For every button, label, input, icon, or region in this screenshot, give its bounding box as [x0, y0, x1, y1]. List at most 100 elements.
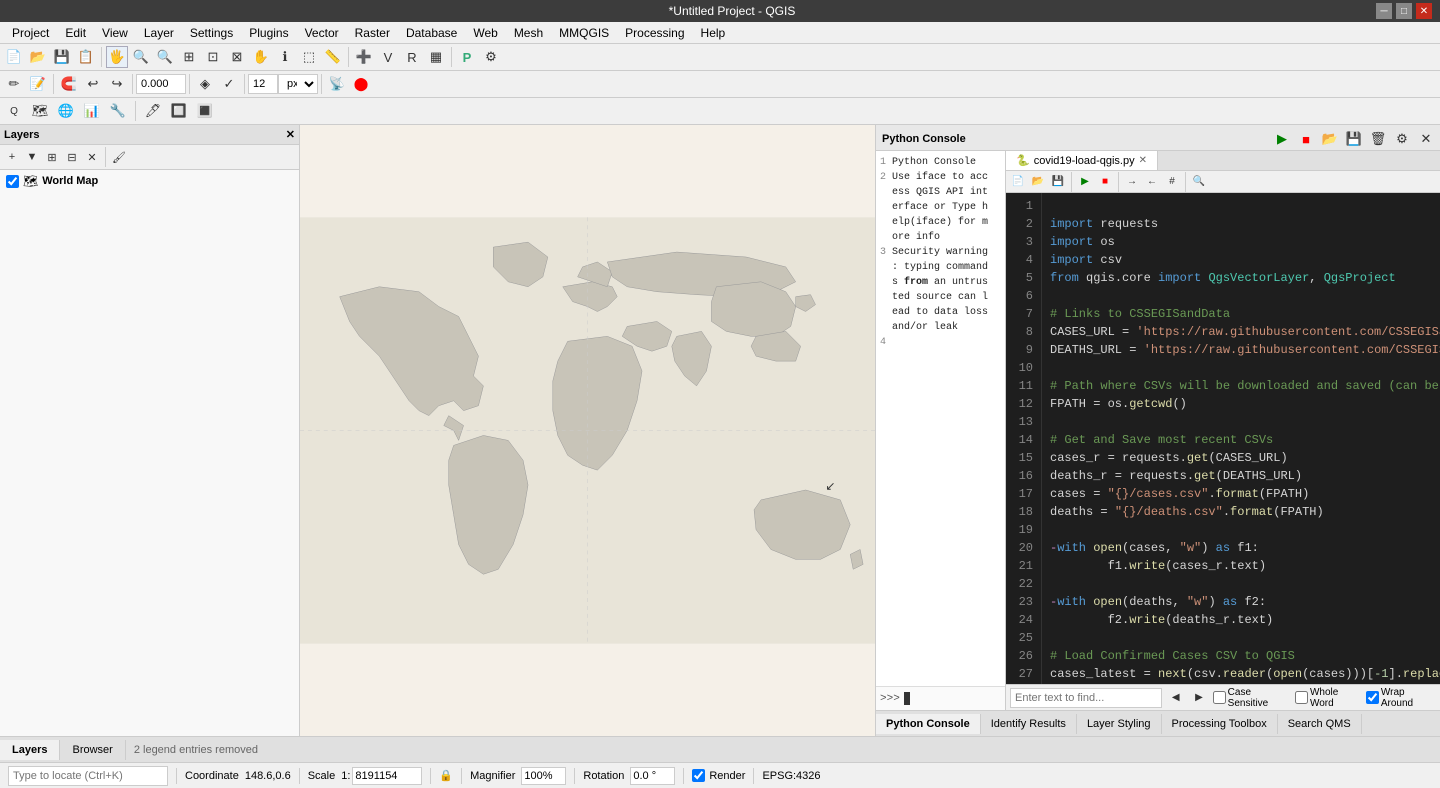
zoom-out-btn[interactable]: 🔍: [154, 46, 176, 68]
indent-btn[interactable]: →: [1123, 173, 1141, 191]
save-file-btn[interactable]: 💾: [1049, 173, 1067, 191]
menu-project[interactable]: Project: [4, 24, 57, 42]
find-in-editor-btn[interactable]: 🔍: [1190, 173, 1208, 191]
unit-select[interactable]: px: [278, 74, 318, 94]
undo-btn[interactable]: ↩: [82, 73, 104, 95]
menu-settings[interactable]: Settings: [182, 24, 241, 42]
menu-mmqgis[interactable]: MMQGIS: [551, 24, 617, 42]
layer-filter-btn[interactable]: ▼: [23, 148, 41, 166]
pan-btn[interactable]: ✋: [250, 46, 272, 68]
font-size-input[interactable]: [248, 74, 278, 94]
geom-checker-btn[interactable]: ✓: [218, 73, 240, 95]
maximize-button[interactable]: □: [1396, 3, 1412, 19]
digitize-btn[interactable]: ✏: [3, 73, 25, 95]
new-project-btn[interactable]: 📄: [3, 46, 25, 68]
menu-web[interactable]: Web: [465, 24, 505, 42]
settings-btn[interactable]: ⚙: [480, 46, 502, 68]
tab-layers[interactable]: Layers: [0, 740, 60, 760]
rotation-status-input[interactable]: [630, 767, 675, 785]
rotation-input[interactable]: [136, 74, 186, 94]
node-tool-btn[interactable]: ◈: [194, 73, 216, 95]
add-vector-btn[interactable]: V: [377, 46, 399, 68]
world-map-checkbox[interactable]: [6, 175, 19, 188]
menu-help[interactable]: Help: [693, 24, 734, 42]
canvas-btn[interactable]: ⬤: [350, 73, 372, 95]
select-btn[interactable]: ⬚: [298, 46, 320, 68]
minimize-button[interactable]: ─: [1376, 3, 1392, 19]
menu-database[interactable]: Database: [398, 24, 465, 42]
zoom-selection-btn[interactable]: ⊠: [226, 46, 248, 68]
save-script-btn[interactable]: 💾: [1343, 128, 1365, 150]
tab-browser[interactable]: Browser: [60, 740, 125, 760]
stop-btn[interactable]: ■: [1096, 173, 1114, 191]
attribute-table-btn[interactable]: ▦: [425, 46, 447, 68]
plugin-btn-2[interactable]: 🗺: [29, 100, 51, 122]
plugin-btn-3[interactable]: 🌐: [55, 100, 77, 122]
measure-btn[interactable]: 📏: [322, 46, 344, 68]
locate-input[interactable]: [8, 766, 168, 786]
tab-search-qms[interactable]: Search QMS: [1278, 714, 1362, 734]
snap-btn[interactable]: 🧲: [58, 73, 80, 95]
remove-layer-btn[interactable]: ✕: [83, 148, 101, 166]
scale-input[interactable]: [352, 767, 422, 785]
tab-processing-toolbox[interactable]: Processing Toolbox: [1162, 714, 1278, 734]
render-item[interactable]: Render: [692, 769, 745, 782]
menu-raster[interactable]: Raster: [347, 24, 398, 42]
clear-console-btn[interactable]: 🗑: [1367, 128, 1389, 150]
menu-processing[interactable]: Processing: [617, 24, 692, 42]
stop-script-btn[interactable]: ■: [1295, 128, 1317, 150]
run-script-btn[interactable]: ▶: [1271, 128, 1293, 150]
open-project-btn[interactable]: 📂: [27, 46, 49, 68]
settings-console-btn[interactable]: ⚙: [1391, 128, 1413, 150]
qgis-plugin-btn[interactable]: Q: [3, 100, 25, 122]
tab-close-btn[interactable]: ✕: [1139, 155, 1147, 166]
add-group-btn[interactable]: +: [3, 148, 21, 166]
save-as-btn[interactable]: 📋: [75, 46, 97, 68]
expand-all-btn[interactable]: ⊞: [43, 148, 61, 166]
pan-map-btn[interactable]: 🖐: [106, 46, 128, 68]
open-file-btn[interactable]: 📂: [1029, 173, 1047, 191]
wrap-around-opt[interactable]: Wrap Around: [1366, 687, 1436, 709]
edit-btn[interactable]: 📝: [27, 73, 49, 95]
extra-btn-1[interactable]: 🖊: [142, 100, 164, 122]
menu-view[interactable]: View: [94, 24, 136, 42]
run-btn[interactable]: ▶: [1076, 173, 1094, 191]
tab-layer-styling[interactable]: Layer Styling: [1077, 714, 1162, 734]
code-content[interactable]: 12345 678910 1112131415 1617181920 21222…: [1006, 193, 1440, 684]
extra-btn-2[interactable]: 🔲: [168, 100, 190, 122]
gps-btn[interactable]: 📡: [326, 73, 348, 95]
menu-vector[interactable]: Vector: [297, 24, 347, 42]
world-map-layer[interactable]: 🗺 World Map: [2, 172, 297, 190]
map-canvas[interactable]: ↙: [300, 125, 875, 736]
render-checkbox[interactable]: [692, 769, 705, 782]
case-sensitive-opt[interactable]: Case Sensitive: [1213, 687, 1291, 709]
open-layer-styling-btn[interactable]: 🖌: [110, 148, 128, 166]
menu-layer[interactable]: Layer: [136, 24, 182, 42]
magnifier-input[interactable]: [521, 767, 566, 785]
unindent-btn[interactable]: ←: [1143, 173, 1161, 191]
case-sensitive-checkbox[interactable]: [1213, 691, 1226, 704]
save-project-btn[interactable]: 💾: [51, 46, 73, 68]
identify-btn[interactable]: ℹ: [274, 46, 296, 68]
find-input[interactable]: [1010, 688, 1162, 708]
close-console-btn[interactable]: ✕: [1415, 128, 1437, 150]
comment-btn[interactable]: #: [1163, 173, 1181, 191]
extra-btn-3[interactable]: 🔳: [194, 100, 216, 122]
open-script-btn[interactable]: 📂: [1319, 128, 1341, 150]
plugin-btn-5[interactable]: 🔧: [107, 100, 129, 122]
collapse-all-btn[interactable]: ⊟: [63, 148, 81, 166]
menu-mesh[interactable]: Mesh: [506, 24, 551, 42]
new-file-btn[interactable]: 📄: [1009, 173, 1027, 191]
epsg-item[interactable]: EPSG:4326: [762, 770, 820, 782]
menu-plugins[interactable]: Plugins: [241, 24, 296, 42]
close-button[interactable]: ✕: [1416, 3, 1432, 19]
zoom-layer-btn[interactable]: ⊡: [202, 46, 224, 68]
add-layer-btn[interactable]: ➕: [353, 46, 375, 68]
wrap-around-checkbox[interactable]: [1366, 691, 1379, 704]
redo-btn[interactable]: ↪: [106, 73, 128, 95]
zoom-in-btn[interactable]: 🔍: [130, 46, 152, 68]
zoom-full-btn[interactable]: ⊞: [178, 46, 200, 68]
editor-tab-active[interactable]: 🐍 covid19-load-qgis.py ✕: [1006, 151, 1158, 170]
whole-word-opt[interactable]: Whole Word: [1295, 687, 1362, 709]
add-raster-btn[interactable]: R: [401, 46, 423, 68]
